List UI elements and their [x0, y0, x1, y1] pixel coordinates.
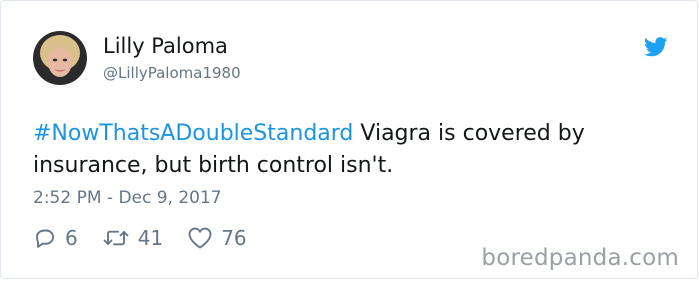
heart-icon — [188, 227, 212, 249]
avatar[interactable] — [33, 31, 87, 85]
retweet-count: 41 — [137, 226, 164, 250]
watermark: boredpanda.com — [481, 245, 679, 271]
hashtag-link[interactable]: #NowThatsADoubleStandard — [33, 121, 353, 146]
author-name[interactable]: Lilly Paloma — [103, 34, 228, 58]
reply-button[interactable]: 6 — [33, 226, 78, 250]
tweet-text: #NowThatsADoubleStandard Viagra is cover… — [33, 118, 673, 182]
like-button[interactable]: 76 — [187, 226, 247, 250]
like-count: 76 — [221, 226, 247, 250]
reply-icon — [36, 229, 54, 248]
retweet-icon — [103, 230, 129, 246]
reply-count: 6 — [65, 226, 78, 250]
timestamp[interactable]: 2:52 PM - Dec 9, 2017 — [33, 188, 222, 208]
twitter-bird-icon[interactable] — [643, 37, 668, 57]
tweet-card: Lilly Paloma @LillyPaloma1980 #NowThatsA… — [0, 0, 698, 279]
author-handle[interactable]: @LillyPaloma1980 — [103, 64, 241, 82]
retweet-button[interactable]: 41 — [102, 226, 163, 250]
action-bar: 6 41 76 — [33, 226, 271, 250]
